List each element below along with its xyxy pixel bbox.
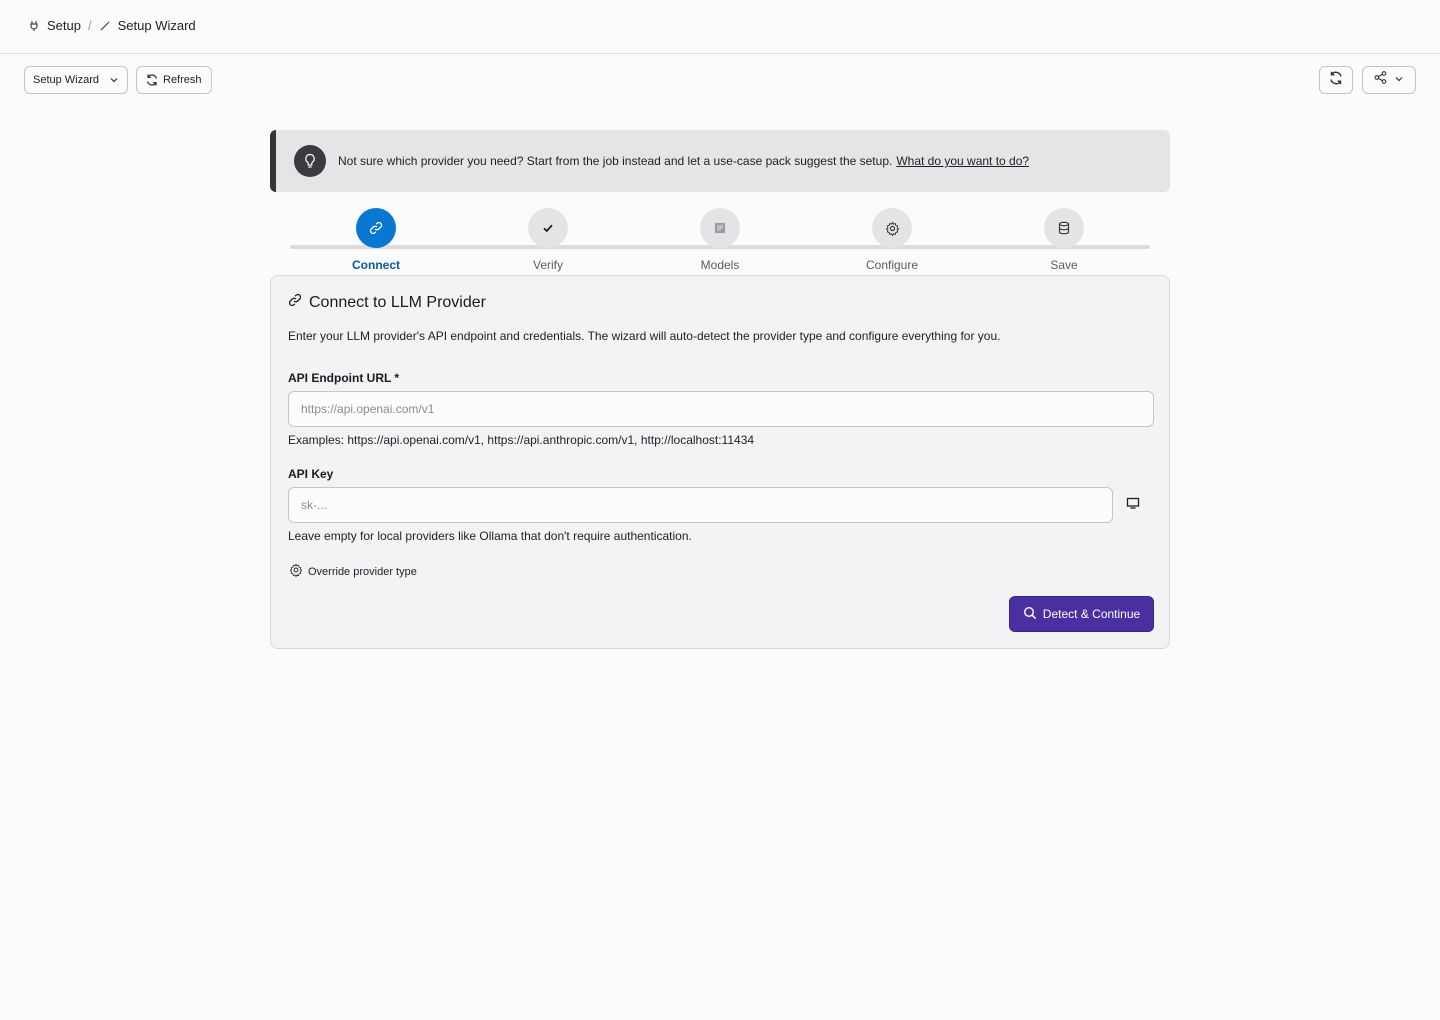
refresh-label: Refresh	[163, 74, 202, 86]
refresh-icon	[145, 73, 159, 87]
share-icon	[1374, 71, 1387, 89]
share-button[interactable]	[1362, 66, 1416, 94]
monitor-icon	[1126, 496, 1140, 515]
detect-continue-button[interactable]: Detect & Continue	[1009, 596, 1154, 632]
sync-icon	[1328, 70, 1344, 91]
api-key-input[interactable]	[288, 487, 1113, 523]
step-label: Models	[700, 258, 740, 272]
gear-icon	[289, 563, 308, 580]
step-label: Verify	[532, 258, 563, 272]
plug-icon	[28, 20, 40, 32]
endpoint-input[interactable]	[288, 391, 1154, 427]
toolbar-right	[1319, 66, 1416, 94]
banner-link[interactable]: What do you want to do?	[896, 154, 1029, 168]
wand-icon	[99, 20, 111, 32]
step-save[interactable]: Save	[1014, 208, 1114, 272]
endpoint-help: Examples: https://api.openai.com/v1, htt…	[288, 433, 755, 447]
refresh-button[interactable]: Refresh	[136, 66, 212, 94]
override-label: Override provider type	[308, 565, 417, 578]
lightbulb-icon	[294, 145, 326, 177]
detect-continue-label: Detect & Continue	[1042, 607, 1141, 621]
step-models[interactable]: Models	[670, 208, 770, 272]
step-label: Save	[1050, 258, 1078, 272]
banner-message: Not sure which provider you need? Start …	[338, 154, 893, 168]
step-verify[interactable]: Verify	[498, 208, 598, 272]
card-description: Enter your LLM provider's API endpoint a…	[288, 329, 1001, 343]
search-icon	[1023, 606, 1043, 623]
card-title: Connect to LLM Provider	[288, 293, 486, 312]
view-select[interactable]: Setup Wizard	[24, 66, 128, 94]
wizard-stepper: Connect Verify Models Configure Save	[290, 208, 1150, 274]
breadcrumb-item-setup[interactable]: Setup	[47, 18, 81, 33]
link-icon	[356, 208, 396, 248]
models-icon	[700, 208, 740, 248]
api-key-help: Leave empty for local providers like Oll…	[288, 529, 692, 543]
connect-card: Connect to LLM Provider Enter your LLM p…	[270, 275, 1170, 649]
override-provider-toggle[interactable]: Override provider type	[289, 563, 417, 580]
sync-button[interactable]	[1319, 66, 1353, 94]
top-bar: Setup / Setup Wizard	[0, 0, 1440, 54]
view-select-label: Setup Wizard	[33, 74, 100, 86]
suggestion-banner: Not sure which provider you need? Start …	[270, 130, 1170, 192]
gear-icon	[872, 208, 912, 248]
api-key-label: API Key	[288, 467, 334, 481]
step-configure[interactable]: Configure	[842, 208, 942, 272]
breadcrumb: Setup / Setup Wizard	[28, 18, 196, 33]
step-label: Configure	[865, 258, 919, 272]
endpoint-label: API Endpoint URL *	[288, 371, 400, 385]
breadcrumb-item-setup-wizard: Setup Wizard	[117, 18, 196, 33]
card-title-text: Connect to LLM Provider	[309, 293, 486, 311]
step-connect[interactable]: Connect	[326, 208, 426, 272]
chevron-down-icon	[1394, 71, 1404, 89]
toolbar: Setup Wizard Refresh	[24, 66, 212, 94]
step-label: Connect	[352, 258, 400, 272]
database-icon	[1044, 208, 1084, 248]
show-key-button[interactable]	[1125, 497, 1141, 513]
banner-text: Not sure which provider you need? Start …	[338, 154, 1029, 168]
chevron-down-icon	[109, 75, 119, 85]
check-icon	[528, 208, 568, 248]
breadcrumb-separator: /	[87, 18, 92, 33]
link-icon	[288, 293, 309, 312]
